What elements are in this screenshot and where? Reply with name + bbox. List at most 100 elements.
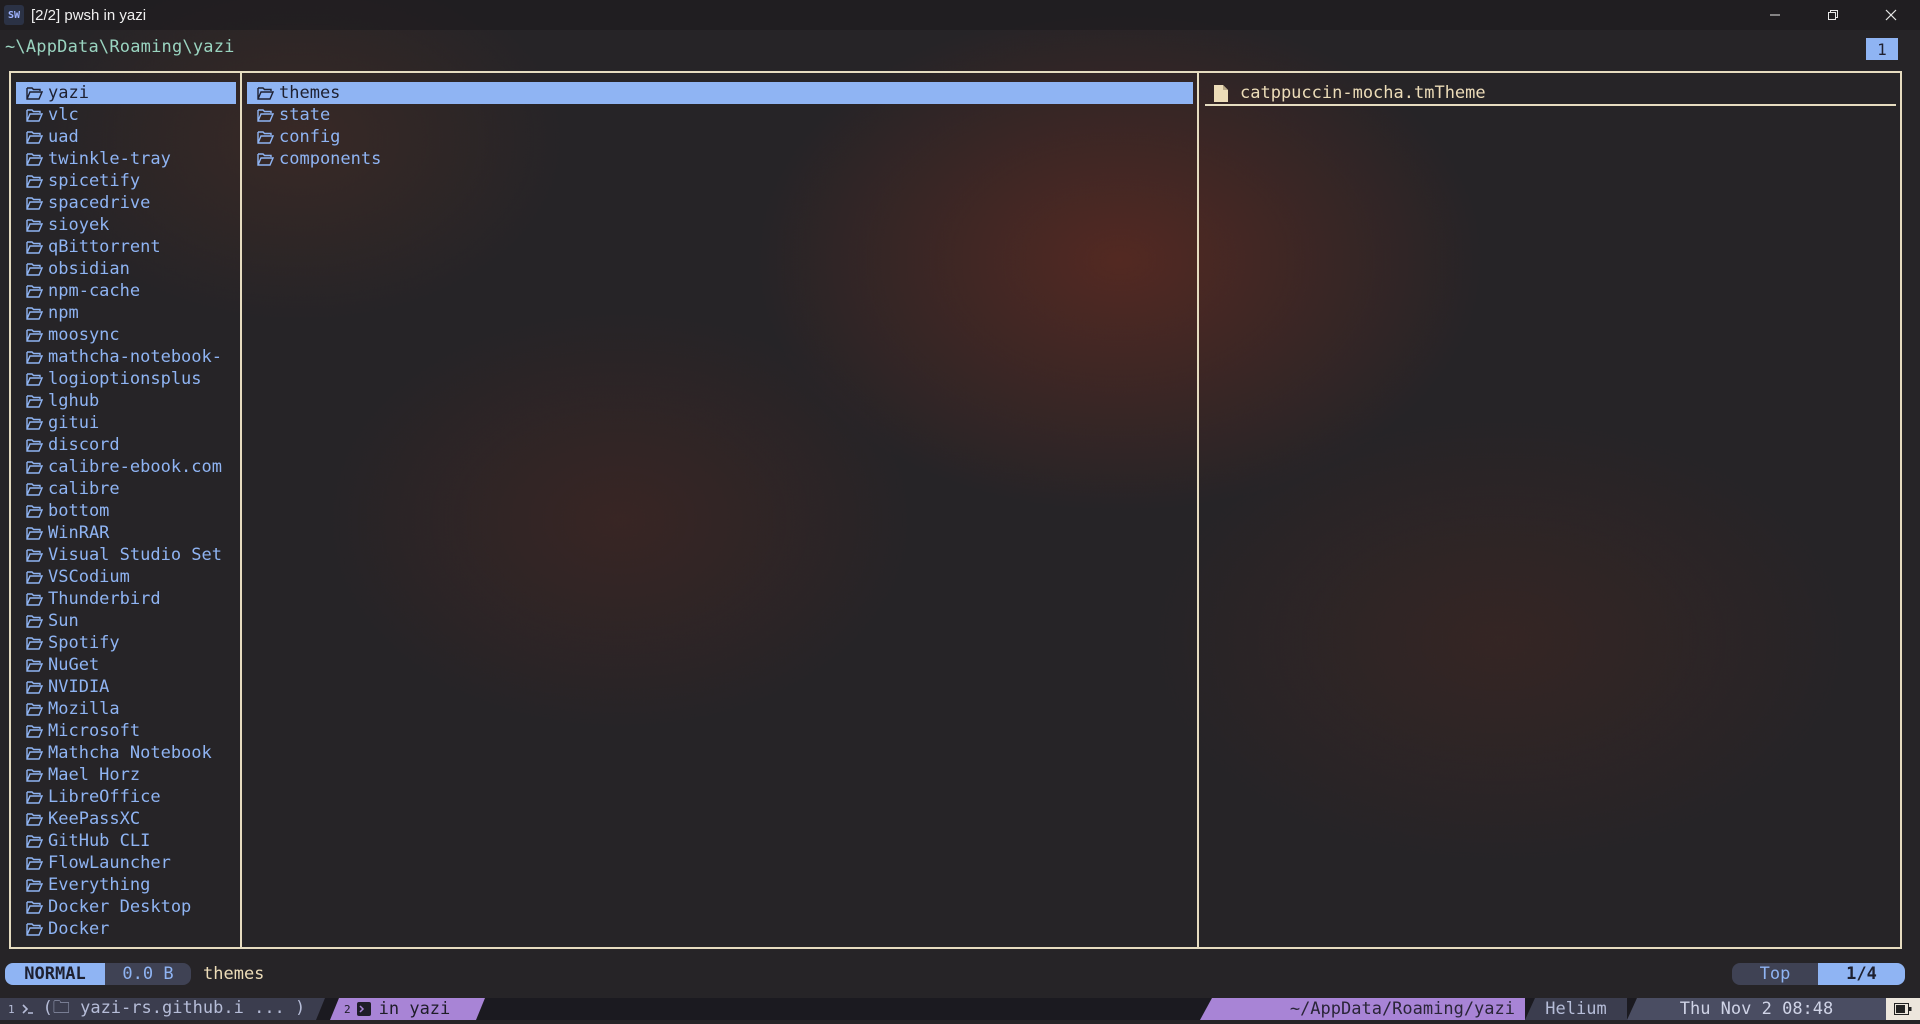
parent-folder-item[interactable]: Sun [16,610,236,632]
current-folder-item[interactable]: themes [247,82,1193,104]
parent-folder-item[interactable]: FlowLauncher [16,852,236,874]
parent-folder-item[interactable]: WinRAR [16,522,236,544]
parent-folder-item-label: spicetify [48,171,141,191]
folder-icon [26,725,43,738]
parent-folder-item-label: calibre [48,479,120,499]
parent-folder-item[interactable]: NuGet [16,654,236,676]
parent-folder-item[interactable]: VSCodium [16,566,236,588]
folder-icon [257,153,274,166]
parent-folder-item[interactable]: calibre-ebook.com [16,456,236,478]
parent-folder-item[interactable]: Thunderbird [16,588,236,610]
battery-indicator [1886,998,1920,1020]
folder-icon [26,285,43,298]
preview-file-name: catppuccin-mocha.tmTheme [1240,83,1486,103]
parent-folder-item[interactable]: spacedrive [16,192,236,214]
minimize-button[interactable] [1746,0,1804,30]
close-icon [1885,9,1897,21]
parent-folder-item-label: uad [48,127,79,147]
current-folder-item[interactable]: state [247,104,1193,126]
folder-icon [26,703,43,716]
folder-icon [26,505,43,518]
close-button[interactable] [1862,0,1920,30]
window-title: [2/2] pwsh in yazi [31,6,147,24]
parent-folder-item[interactable]: sioyek [16,214,236,236]
parent-folder-item[interactable]: twinkle-tray [16,148,236,170]
parent-folder-item[interactable]: gitui [16,412,236,434]
parent-folder-item-label: obsidian [48,259,130,279]
folder-icon [26,769,43,782]
restore-icon [1828,10,1838,20]
window-controls [1746,0,1920,30]
title-bar: SW [2/2] pwsh in yazi [0,0,1920,30]
parent-folder-item[interactable]: KeePassXC [16,808,236,830]
parent-folder-item-label: Thunderbird [48,589,161,609]
parent-folder-item[interactable]: LibreOffice [16,786,236,808]
parent-folder-item[interactable]: discord [16,434,236,456]
terminal-icon [21,1002,35,1016]
parent-folder-item-label: npm [48,303,79,323]
parent-folder-item[interactable]: vlc [16,104,236,126]
folder-icon [26,813,43,826]
parent-folder-item[interactable]: Mael Horz [16,764,236,786]
parent-folder-item[interactable]: NVIDIA [16,676,236,698]
parent-folder-item[interactable]: npm-cache [16,280,236,302]
parent-folder-item-label: qBittorrent [48,237,161,257]
folder-icon [257,131,274,144]
parent-folder-item[interactable]: Visual Studio Set [16,544,236,566]
parent-folder-item[interactable]: moosync [16,324,236,346]
parent-folder-item[interactable]: spicetify [16,170,236,192]
parent-folder-item[interactable]: Everything [16,874,236,896]
parent-folder-item[interactable]: lghub [16,390,236,412]
restore-button[interactable] [1804,0,1862,30]
parent-folder-item-label: Microsoft [48,721,141,741]
folder-icon [26,879,43,892]
tab-indicator[interactable]: 1 [1866,38,1898,60]
parent-folder-item[interactable]: bottom [16,500,236,522]
tmux-host: Helium [1525,998,1627,1020]
parent-folder-item-label: logioptionsplus [48,369,202,389]
parent-folder-item-label: Docker [48,919,110,939]
folder-icon [26,373,43,386]
parent-folder-item[interactable]: Spotify [16,632,236,654]
parent-folder-item[interactable]: obsidian [16,258,236,280]
parent-pane: yazi vlc uad twinkle-tray spicetify spacedriv… [16,82,236,940]
parent-folder-item-label: WinRAR [48,523,110,543]
parent-folder-item-label: lghub [48,391,100,411]
folder-icon [26,637,43,650]
parent-folder-item[interactable]: Docker [16,918,236,940]
parent-folder-item[interactable]: Mathcha Notebook [16,742,236,764]
parent-folder-item[interactable]: Mozilla [16,698,236,720]
parent-folder-item-label: moosync [48,325,120,345]
parent-folder-item[interactable]: uad [16,126,236,148]
tmux-status-bar: 1 (🗀 yazi-rs.github.i ... ) 2 in yazi ~/… [0,998,1920,1020]
folder-icon [26,131,43,144]
parent-folder-item[interactable]: qBittorrent [16,236,236,258]
parent-folder-item-label: sioyek [48,215,110,235]
minimize-icon [1770,14,1780,16]
preview-file-row[interactable]: catppuccin-mocha.tmTheme [1205,82,1896,106]
tmux-window-1[interactable]: 1 (🗀 yazi-rs.github.i ... ) [0,998,325,1020]
parent-folder-item[interactable]: Microsoft [16,720,236,742]
parent-folder-item-label: yazi [48,83,89,103]
parent-folder-item-label: Sun [48,611,79,631]
parent-folder-item[interactable]: mathcha-notebook- [16,346,236,368]
tmux-window-2[interactable]: 2 in yazi [330,998,485,1020]
current-folder-item-label: components [279,149,382,169]
current-folder-item[interactable]: components [247,148,1193,170]
parent-folder-item[interactable]: calibre [16,478,236,500]
parent-folder-item[interactable]: logioptionsplus [16,368,236,390]
parent-folder-item-label: Visual Studio Set [48,545,222,565]
folder-icon [26,87,43,100]
folder-icon [26,527,43,540]
parent-folder-item[interactable]: GitHub CLI [16,830,236,852]
parent-folder-item-label: Everything [48,875,151,895]
current-folder-item[interactable]: config [247,126,1193,148]
parent-folder-item[interactable]: yazi [16,82,236,104]
parent-folder-item[interactable]: npm [16,302,236,324]
parent-folder-item-label: Mozilla [48,699,120,719]
parent-folder-item-label: NVIDIA [48,677,110,697]
parent-folder-item[interactable]: Docker Desktop [16,896,236,918]
tmux-window-1-title: (🗀 yazi-rs.github.i ... ) [42,997,306,1018]
tmux-window-1-index: 1 [8,1002,15,1016]
position-count: 1/4 [1818,963,1905,985]
